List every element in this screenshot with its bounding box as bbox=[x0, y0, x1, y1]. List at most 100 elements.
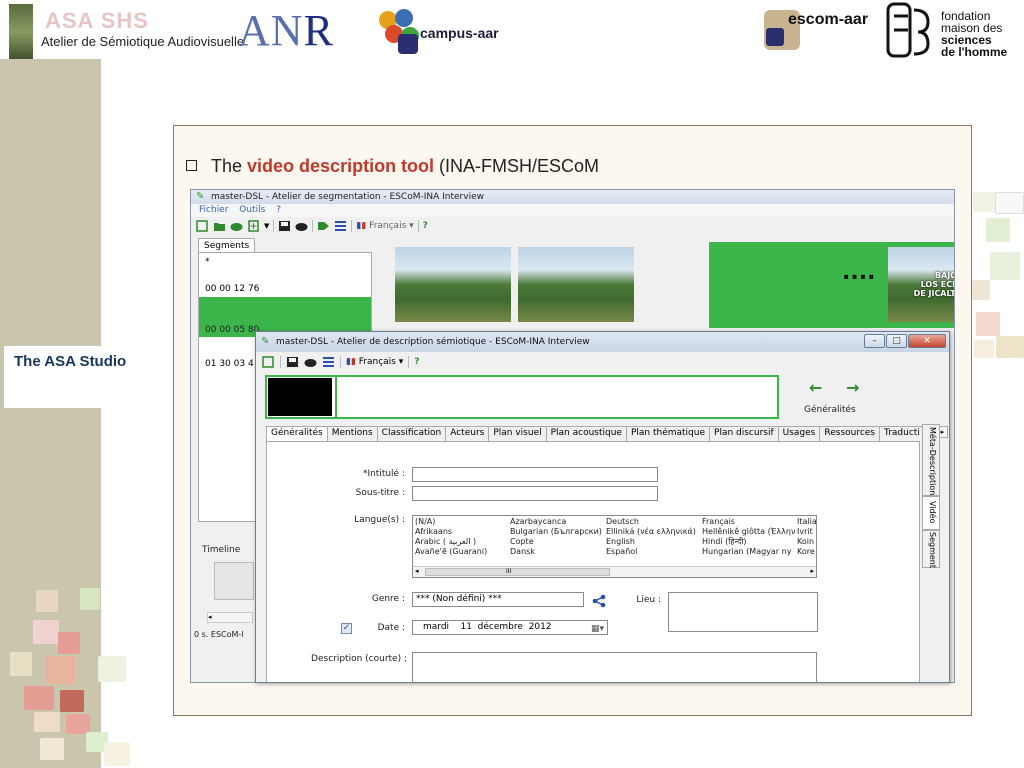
language-option[interactable]: Hellênikḗ glôtta (Ἑλλην bbox=[702, 527, 797, 537]
language-select[interactable]: ▮▮ Français ▾ bbox=[346, 357, 403, 367]
list-icon[interactable] bbox=[334, 220, 347, 232]
fmsh-text: fondation maison des sciences de l'homme bbox=[941, 10, 1007, 58]
intitule-input[interactable] bbox=[412, 467, 658, 482]
date-label: Date : bbox=[377, 623, 405, 633]
keyframe-thumbnail[interactable]: BAJO LOS ECHOS DE JICALTEPEC bbox=[888, 247, 954, 322]
language-option[interactable]: Koin bbox=[797, 537, 816, 547]
generalites-form: *Intitulé : Sous-titre : Langue(s) : (N/… bbox=[266, 441, 920, 682]
timeline-track[interactable] bbox=[214, 562, 254, 600]
slide-header: ASA SHS Atelier de Sémiotique Audiovisue… bbox=[0, 0, 1024, 60]
tab-acteurs[interactable]: Acteurs bbox=[445, 426, 490, 441]
video-preview[interactable] bbox=[268, 378, 332, 416]
tab-plan-visuel[interactable]: Plan visuel bbox=[488, 426, 547, 441]
minimize-button[interactable]: – bbox=[864, 334, 885, 348]
languages-hscrollbar[interactable]: ◂ III ▸ bbox=[413, 566, 816, 577]
scroll-left-icon[interactable]: ◂ bbox=[415, 567, 419, 575]
segments-tab[interactable]: Segments bbox=[198, 238, 256, 253]
scroll-left-icon[interactable]: ◂ bbox=[208, 613, 212, 621]
toolbar-separator bbox=[408, 356, 410, 368]
tab-mentions[interactable]: Mentions bbox=[326, 426, 378, 441]
tab-classification[interactable]: Classification bbox=[376, 426, 447, 441]
description-toolbar: ▮▮ Français ▾ ? bbox=[256, 352, 949, 372]
tab-traductions[interactable]: Traducti bbox=[879, 426, 925, 441]
language-option[interactable]: Copte bbox=[510, 537, 602, 547]
genre-input[interactable]: *** (Non défini) *** bbox=[412, 592, 584, 607]
help-button[interactable]: ? bbox=[414, 357, 419, 367]
tab-plan-discursif[interactable]: Plan discursif bbox=[709, 426, 779, 441]
tag-icon[interactable] bbox=[317, 220, 330, 232]
language-option[interactable]: Avañe'ẽ (Guarani) bbox=[415, 547, 487, 557]
escom-aar-logo: escom-aar bbox=[764, 10, 868, 50]
date-value: mardi 11 décembre 2012 bbox=[423, 622, 552, 632]
language-option[interactable]: Français bbox=[702, 517, 797, 527]
horizontal-scrollbar[interactable]: ◂ bbox=[207, 612, 253, 623]
tab-meta-description[interactable]: Méta-Description bbox=[922, 424, 940, 496]
tab-plan-thematique[interactable]: Plan thématique bbox=[625, 426, 711, 441]
menu-help[interactable]: ? bbox=[276, 205, 281, 215]
language-option[interactable]: Hungarian (Magyar ny bbox=[702, 547, 797, 557]
language-option[interactable]: Elliniká (νέα ελληνικά) bbox=[606, 527, 696, 537]
scroll-right-icon[interactable]: ▸ bbox=[810, 567, 814, 575]
share-icon[interactable] bbox=[592, 594, 606, 608]
language-option[interactable]: Arabic ( العربية ) bbox=[415, 537, 487, 547]
add-file-icon[interactable] bbox=[247, 220, 260, 232]
soustitre-input[interactable] bbox=[412, 486, 658, 501]
tab-ressources[interactable]: Ressources bbox=[819, 426, 881, 441]
description-window-titlebar[interactable]: ✎ master-DSL - Atelier de description sé… bbox=[256, 332, 949, 352]
menu-outils[interactable]: Outils bbox=[239, 205, 265, 215]
language-option[interactable]: Hindi (हिन्दी) bbox=[702, 537, 797, 547]
tab-usages[interactable]: Usages bbox=[777, 426, 821, 441]
tab-segment[interactable]: Segment bbox=[922, 530, 940, 568]
description-input[interactable] bbox=[412, 652, 817, 682]
date-picker[interactable]: mardi 11 décembre 2012 ▦▾ bbox=[412, 620, 608, 635]
window-controls: – □ ✕ bbox=[864, 334, 946, 348]
languages-listbox[interactable]: (N/A) Afrikaans Arabic ( العربية ) Avañe… bbox=[412, 515, 817, 578]
language-select[interactable]: ▮▮ Français ▾ bbox=[356, 221, 413, 231]
menu-fichier[interactable]: Fichier bbox=[199, 205, 228, 215]
language-option[interactable]: (N/A) bbox=[415, 517, 487, 527]
cloud-open-icon[interactable] bbox=[230, 220, 243, 232]
tab-generalites[interactable]: Généralités bbox=[266, 426, 328, 442]
dropdown-arrow-icon[interactable]: ▼ bbox=[264, 222, 269, 230]
toolbar-separator bbox=[273, 220, 275, 232]
language-option[interactable]: Español bbox=[606, 547, 696, 557]
language-option[interactable]: English bbox=[606, 537, 696, 547]
close-button[interactable]: ✕ bbox=[908, 334, 946, 348]
segment-row[interactable]: * bbox=[199, 257, 371, 267]
language-option[interactable]: Deutsch bbox=[606, 517, 696, 527]
date-checkbox[interactable]: ✓ bbox=[341, 623, 352, 634]
tab-plan-acoustique[interactable]: Plan acoustique bbox=[545, 426, 627, 441]
keyframe-thumbnail[interactable] bbox=[395, 247, 511, 322]
list-icon[interactable] bbox=[322, 356, 335, 368]
language-option[interactable]: Bulgarian (Български) bbox=[510, 527, 602, 537]
open-folder-icon[interactable] bbox=[213, 220, 226, 232]
maximize-button[interactable]: □ bbox=[886, 334, 907, 348]
save-icon[interactable] bbox=[278, 220, 291, 232]
cloud-save-icon[interactable] bbox=[304, 356, 317, 368]
new-file-icon[interactable] bbox=[262, 356, 275, 368]
next-arrow-icon[interactable]: → bbox=[846, 378, 859, 397]
save-icon[interactable] bbox=[286, 356, 299, 368]
flag-icon-red: ▮ bbox=[350, 357, 356, 367]
language-option[interactable]: Azarbaycanca bbox=[510, 517, 602, 527]
language-option[interactable]: Kore bbox=[797, 547, 816, 557]
lieu-input[interactable] bbox=[668, 592, 818, 632]
new-file-icon[interactable] bbox=[196, 220, 209, 232]
cloud-save-icon[interactable] bbox=[295, 220, 308, 232]
calendar-dropdown-icon[interactable]: ▦▾ bbox=[591, 623, 604, 636]
previous-arrow-icon[interactable]: ← bbox=[809, 378, 822, 397]
scroll-thumb[interactable]: III bbox=[425, 568, 610, 576]
help-button[interactable]: ? bbox=[423, 221, 428, 231]
language-option[interactable]: Dansk bbox=[510, 547, 602, 557]
bullet-prefix: The bbox=[211, 156, 248, 176]
segmentation-window-titlebar[interactable]: ✎ master-DSL - Atelier de segmentation -… bbox=[191, 190, 954, 204]
language-option[interactable]: Ivrit bbox=[797, 527, 816, 537]
description-window[interactable]: ✎ master-DSL - Atelier de description sé… bbox=[255, 331, 950, 683]
side-tab-label: Segment bbox=[928, 532, 937, 568]
tab-video[interactable]: Vidéo bbox=[922, 496, 940, 530]
segment-title-area[interactable] bbox=[335, 377, 777, 417]
language-option[interactable]: Afrikaans bbox=[415, 527, 487, 537]
language-option[interactable]: Italia bbox=[797, 517, 816, 527]
keyframe-thumbnail[interactable] bbox=[518, 247, 634, 322]
segment-row[interactable]: 00 00 12 76 bbox=[199, 281, 371, 297]
